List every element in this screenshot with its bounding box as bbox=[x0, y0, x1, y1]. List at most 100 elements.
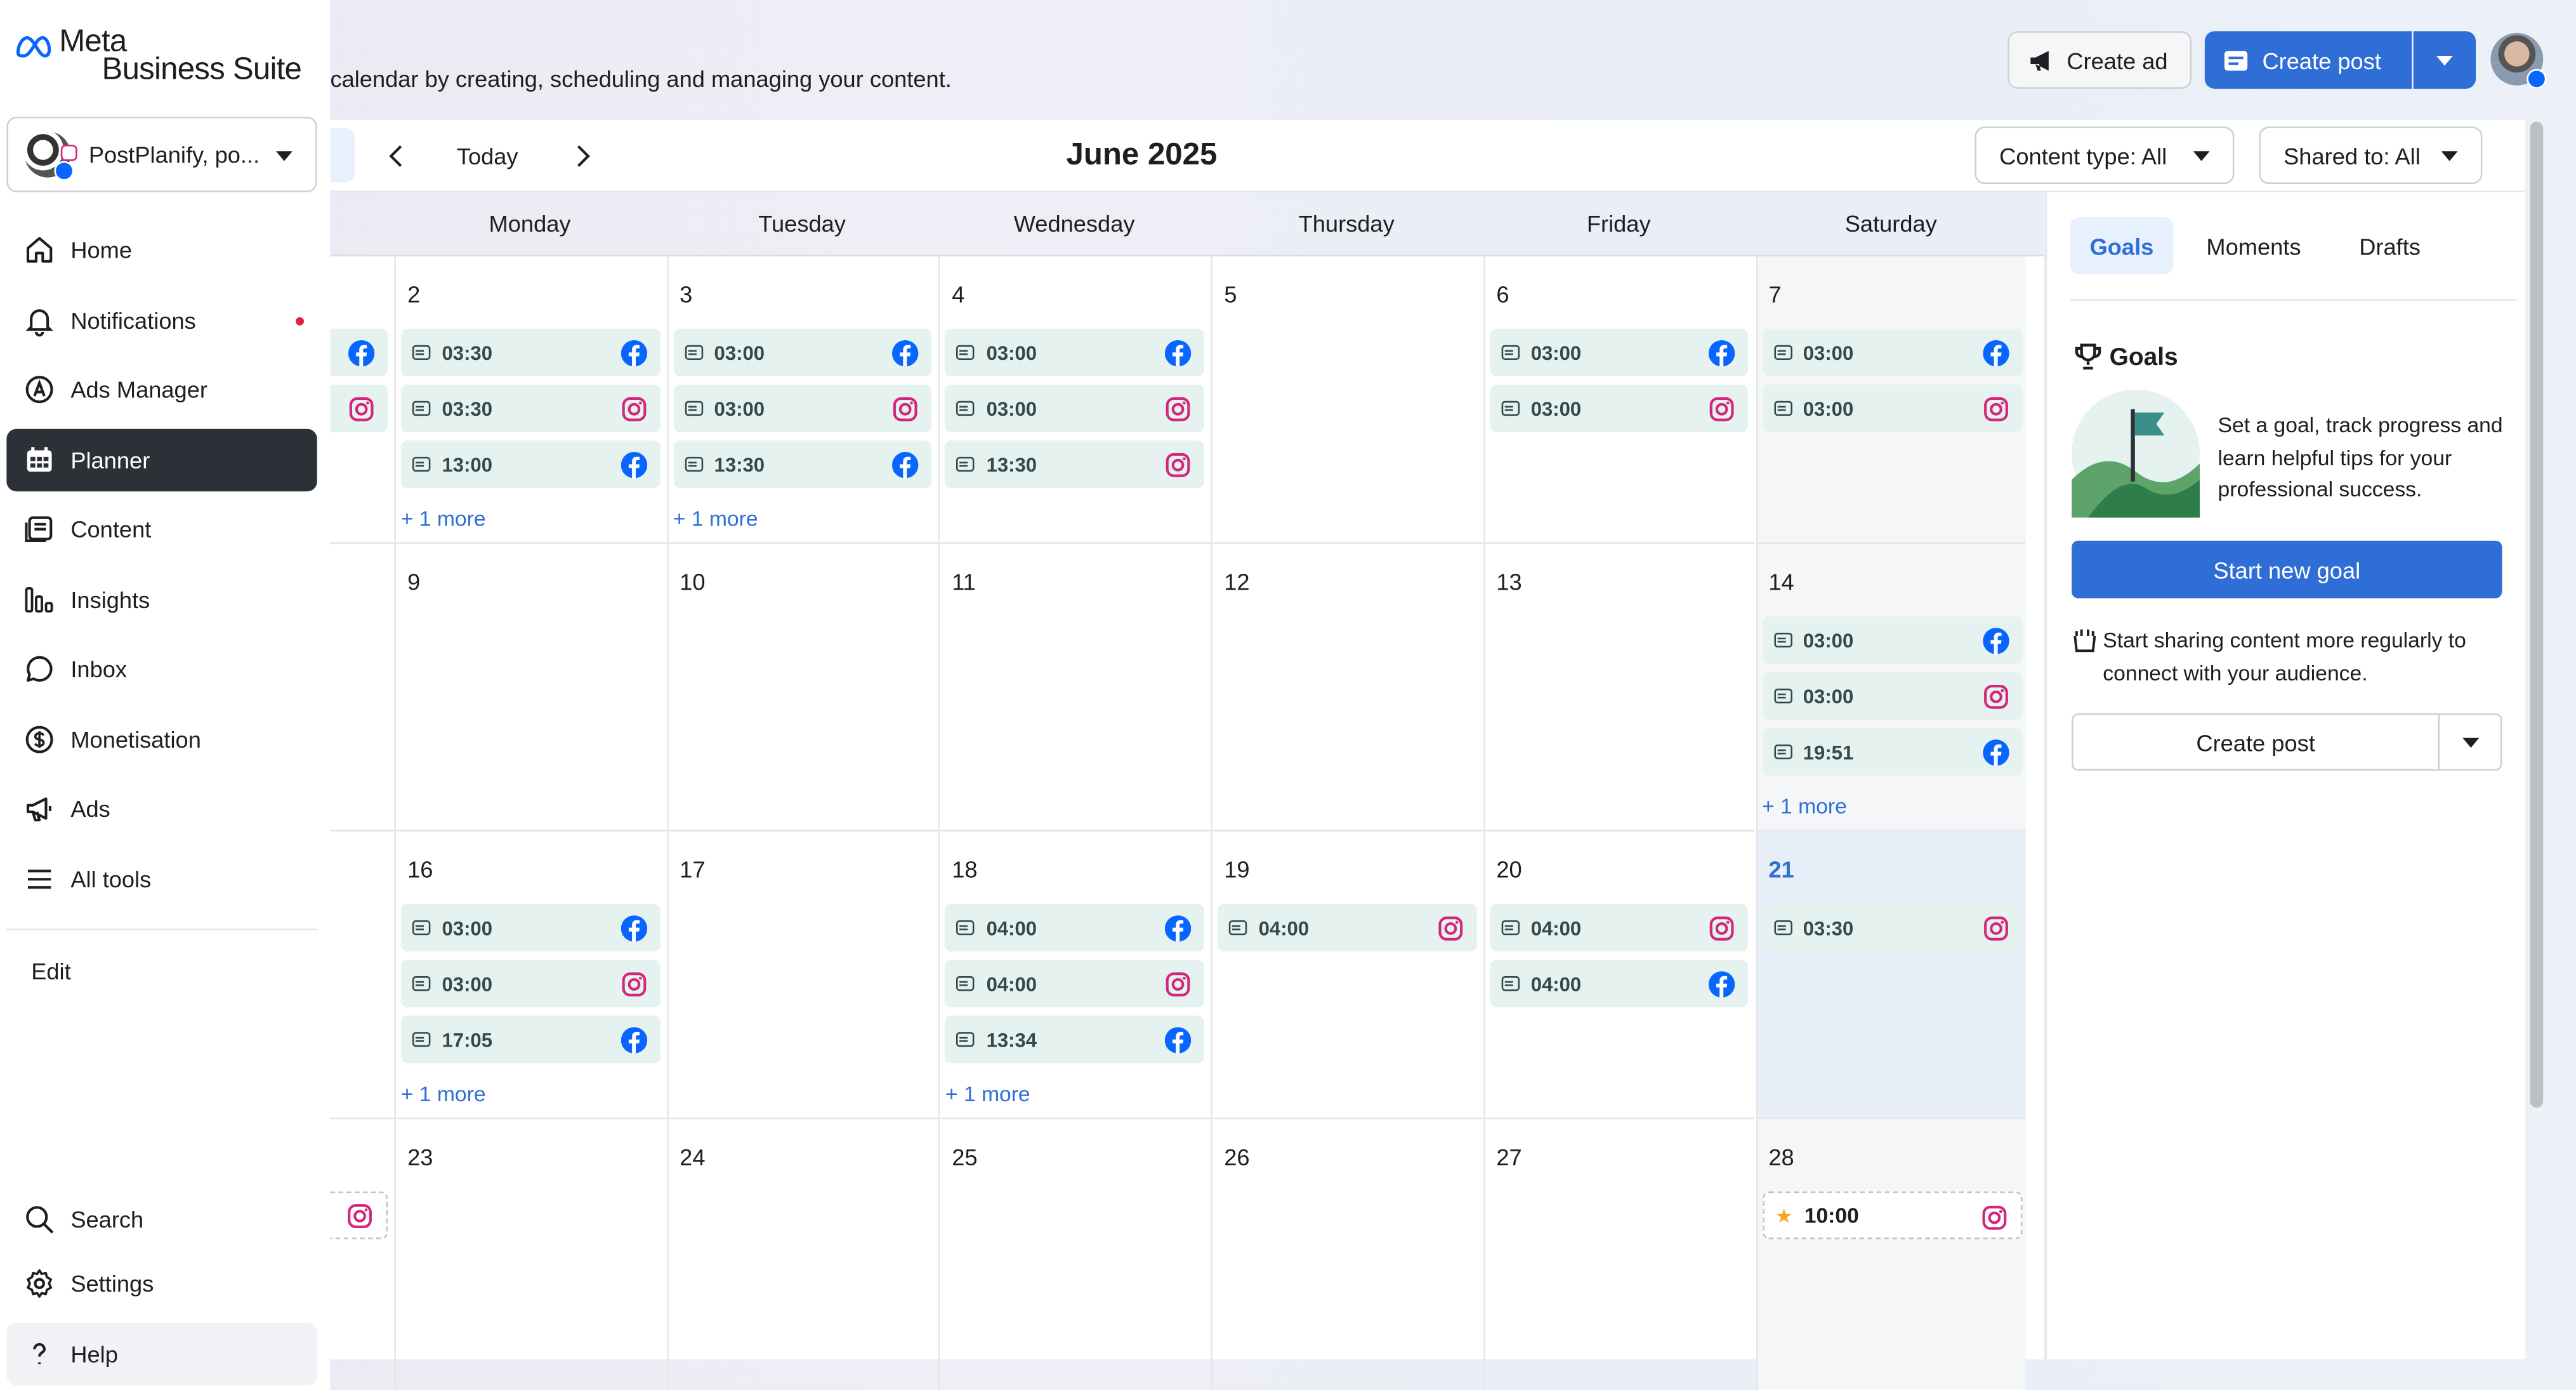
calendar-cell-partial[interactable] bbox=[330, 1119, 394, 1390]
sidebar-item-planner[interactable]: Planner bbox=[6, 428, 317, 492]
create-post-button[interactable]: Create post bbox=[2204, 31, 2412, 89]
scheduled-post-chip[interactable]: 03:00 bbox=[1762, 384, 2023, 432]
calendar-day-cell[interactable]: 16 03:00 03:00 17:05 + 1 more bbox=[394, 831, 667, 1120]
calendar-day-cell[interactable]: 7 03:00 03:00 bbox=[1755, 256, 2026, 545]
scheduled-post-chip[interactable]: 03:00 bbox=[1762, 672, 2023, 720]
scheduled-post-chip[interactable]: 03:00 bbox=[1489, 384, 1749, 432]
partial-event-chip[interactable] bbox=[330, 384, 388, 432]
scheduled-post-chip[interactable]: 13:30 bbox=[945, 440, 1205, 489]
today-button[interactable]: Today bbox=[457, 143, 518, 169]
calendar-cell-partial[interactable] bbox=[330, 544, 395, 832]
more-posts-link[interactable]: + 1 more bbox=[401, 506, 486, 531]
calendar-day-cell[interactable]: 14 03:00 03:00 19:51 + 1 more bbox=[1755, 544, 2026, 832]
scheduled-post-chip[interactable]: 04:00 bbox=[1217, 904, 1477, 952]
partial-event-chip[interactable] bbox=[330, 328, 388, 376]
user-avatar[interactable] bbox=[2490, 32, 2547, 89]
partial-draft-chip[interactable] bbox=[330, 1191, 388, 1240]
calendar-day-cell[interactable]: 4 03:00 03:00 13:30 bbox=[938, 256, 1211, 545]
calendar-day-cell[interactable]: 20 04:00 04:00 bbox=[1483, 831, 1756, 1120]
sidebar-item-insights[interactable]: Insights bbox=[6, 569, 317, 631]
scheduled-post-chip[interactable]: 17:05 bbox=[400, 1016, 660, 1064]
calendar-day-cell[interactable]: 26 bbox=[1211, 1119, 1483, 1390]
scheduled-post-chip[interactable]: 03:00 bbox=[1762, 616, 2023, 665]
start-new-goal-button[interactable]: Start new goal bbox=[2072, 540, 2502, 599]
calendar-day-cell[interactable]: 13 bbox=[1483, 544, 1756, 832]
scheduled-post-chip[interactable]: 03:00 bbox=[945, 328, 1205, 376]
edit-sidebar-link[interactable]: Edit bbox=[31, 958, 70, 984]
previous-view-tab[interactable] bbox=[330, 128, 355, 183]
calendar-day-cell[interactable]: 6 03:00 03:00 bbox=[1483, 256, 1756, 545]
scheduled-post-chip[interactable]: 19:51 bbox=[1762, 728, 2023, 776]
chevron-left-icon[interactable] bbox=[381, 140, 414, 173]
chevron-right-icon[interactable] bbox=[565, 140, 598, 173]
calendar-day-cell[interactable]: 3 03:00 03:00 13:30 + 1 more bbox=[666, 256, 939, 545]
post-time: 13:30 bbox=[986, 453, 1037, 476]
sidebar-item-search[interactable]: Search bbox=[6, 1188, 317, 1250]
meta-logo[interactable]: Meta Business Suite bbox=[13, 26, 302, 86]
sidebar-item-all-tools[interactable]: All tools bbox=[6, 848, 317, 910]
scheduled-post-chip[interactable]: 03:00 bbox=[673, 328, 933, 376]
more-posts-link[interactable]: + 1 more bbox=[945, 1082, 1030, 1106]
shared-to-filter[interactable]: Shared to: All bbox=[2259, 126, 2483, 185]
calendar-day-cell[interactable]: 12 bbox=[1211, 544, 1483, 832]
calendar-day-cell[interactable]: 10 bbox=[666, 544, 939, 832]
sidebar-item-home[interactable]: Home bbox=[6, 218, 317, 281]
create-post-dropdown[interactable] bbox=[2413, 31, 2476, 89]
calendar-day-cell[interactable]: 21 03:30 bbox=[1755, 831, 2026, 1120]
scheduled-post-chip[interactable]: 03:30 bbox=[1762, 904, 2023, 952]
post-icon bbox=[1501, 400, 1520, 416]
account-switcher[interactable]: PostPlanify, po... bbox=[6, 116, 317, 192]
scheduled-post-chip[interactable]: 04:00 bbox=[1489, 904, 1749, 952]
calendar-day-cell[interactable]: 17 bbox=[666, 831, 939, 1120]
scheduled-post-chip[interactable]: 13:34 bbox=[945, 1016, 1205, 1064]
scheduled-post-chip[interactable]: 03:30 bbox=[400, 328, 660, 376]
more-posts-link[interactable]: + 1 more bbox=[1762, 794, 1847, 819]
tab-moments[interactable]: Moments bbox=[2186, 217, 2320, 275]
calendar-day-cell[interactable]: 19 04:00 bbox=[1211, 831, 1483, 1120]
panel-create-post-button[interactable]: Create post bbox=[2072, 713, 2440, 771]
scheduled-post-chip[interactable]: 04:00 bbox=[945, 960, 1205, 1008]
scheduled-post-chip[interactable]: 03:00 bbox=[400, 904, 660, 952]
calendar-day-cell[interactable]: 27 bbox=[1483, 1119, 1756, 1390]
tab-goals[interactable]: Goals bbox=[2070, 216, 2174, 275]
sidebar-item-inbox[interactable]: Inbox bbox=[6, 638, 317, 700]
scheduled-post-chip[interactable]: 03:00 bbox=[1489, 328, 1749, 376]
calendar-day-cell[interactable]: 11 bbox=[938, 544, 1211, 832]
content-type-filter[interactable]: Content type: All bbox=[1975, 126, 2235, 185]
scheduled-post-chip[interactable]: 13:30 bbox=[673, 440, 933, 489]
scheduled-post-chip[interactable]: 03:30 bbox=[400, 384, 660, 432]
calendar-day-cell[interactable]: 18 04:00 04:00 13:34 + 1 more bbox=[938, 831, 1211, 1120]
vertical-scrollbar[interactable] bbox=[2530, 121, 2544, 1108]
sidebar-item-ads[interactable]: Ads bbox=[6, 778, 317, 840]
panel-create-post-dropdown[interactable] bbox=[2440, 713, 2502, 771]
post-icon bbox=[956, 920, 975, 936]
scheduled-post-chip[interactable]: 03:00 bbox=[673, 384, 933, 432]
calendar-day-cell[interactable]: 5 bbox=[1211, 256, 1483, 545]
sidebar-item-help[interactable]: Help bbox=[6, 1323, 317, 1386]
create-ad-button[interactable]: Create ad bbox=[2008, 31, 2192, 89]
calendar-day-cell[interactable]: 24 bbox=[666, 1119, 938, 1390]
instagram-icon bbox=[1710, 397, 1735, 421]
sidebar-item-notifications[interactable]: Notifications bbox=[6, 289, 317, 352]
more-posts-link[interactable]: + 1 more bbox=[401, 1082, 486, 1106]
tab-drafts[interactable]: Drafts bbox=[2339, 217, 2440, 275]
scheduled-post-chip[interactable]: 03:00 bbox=[1762, 328, 2023, 376]
scheduled-post-chip[interactable]: 04:00 bbox=[1489, 960, 1749, 1008]
scheduled-post-chip[interactable]: 03:00 bbox=[945, 384, 1205, 432]
calendar-day-cell[interactable]: 25 bbox=[938, 1119, 1211, 1390]
draft-post-chip[interactable]: ★ 10:00 bbox=[1762, 1191, 2023, 1240]
sidebar-item-settings[interactable]: Settings bbox=[6, 1252, 317, 1314]
scheduled-post-chip[interactable]: 04:00 bbox=[945, 904, 1205, 952]
scheduled-post-chip[interactable]: 03:00 bbox=[400, 960, 660, 1008]
calendar-cell-partial[interactable] bbox=[330, 831, 395, 1120]
more-posts-link[interactable]: + 1 more bbox=[673, 506, 758, 531]
sidebar-item-content[interactable]: Content bbox=[6, 498, 317, 560]
facebook-icon bbox=[348, 340, 375, 367]
sidebar-item-monetisation[interactable]: Monetisation bbox=[6, 708, 317, 771]
calendar-day-cell[interactable]: 2 03:30 03:30 13:00 + 1 more bbox=[394, 256, 667, 545]
calendar-day-cell[interactable]: 9 bbox=[394, 544, 667, 832]
sidebar-item-ads-manager[interactable]: Ads Manager bbox=[6, 358, 317, 420]
calendar-day-cell[interactable]: 28 ★ 10:00 bbox=[1755, 1119, 2026, 1390]
scheduled-post-chip[interactable]: 13:00 bbox=[400, 440, 660, 489]
calendar-day-cell[interactable]: 23 bbox=[394, 1119, 666, 1390]
